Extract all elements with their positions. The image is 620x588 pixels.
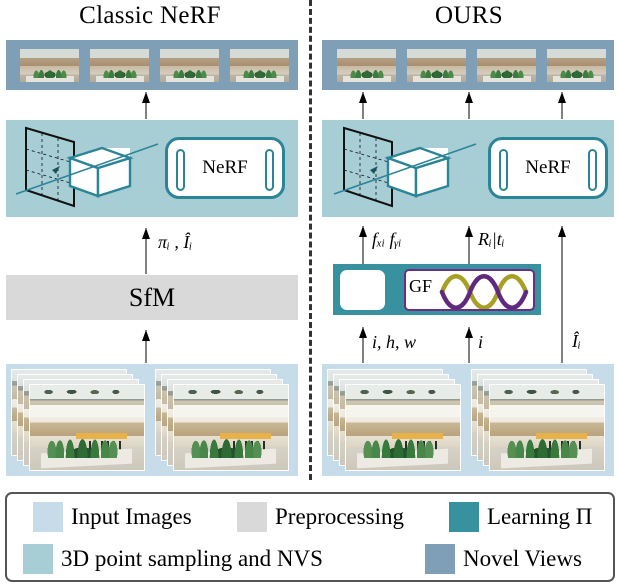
learning-pi-mlp-block (340, 270, 385, 310)
novel-view-thumbnail (477, 49, 536, 82)
ray-sample-point (370, 166, 378, 174)
ray-sampling-diagram-ours (330, 124, 480, 214)
column-title-ours: OURS (435, 2, 503, 29)
legend-label-input-images: Input Images (71, 504, 192, 529)
arrow-label-input-image: Îᵢ (572, 331, 581, 351)
nerf-module-ours: NeRF (488, 137, 608, 199)
legend-item-input-images: Input Images (33, 497, 192, 537)
legend-item-novel-views: Novel Views (425, 539, 582, 579)
gf-wave-olive (439, 274, 529, 309)
nerf-module-label: NeRF (525, 157, 571, 178)
figure-root: Classic NeRF OURS NeRF NeRF πᵢ , Îᵢ SfM … (0, 0, 620, 588)
novel-view-thumbnail (20, 49, 79, 82)
ray-sampling-diagram-classic (12, 124, 162, 214)
novel-view-thumbnail (90, 49, 149, 82)
legend-label-preprocessing: Preprocessing (275, 504, 405, 529)
arrow-label-index: i (478, 332, 484, 352)
input-photo-stack (471, 369, 605, 471)
column-title-classic: Classic NeRF (79, 2, 221, 29)
legend-swatch-input-images (33, 502, 63, 532)
novel-view-thumbnail (337, 49, 396, 82)
novel-view-thumbnail (547, 49, 606, 82)
nerf-module-label: NeRF (202, 157, 248, 178)
input-photo-stack (11, 369, 145, 471)
gaussian-fourier-features-block: GF (404, 269, 535, 311)
image-plane-icon (343, 126, 393, 208)
arrow-label-index-height-width: i, h, w (372, 332, 417, 352)
arrow-label-pose: Rᵢ|tᵢ (478, 229, 505, 249)
legend-swatch-novel-views (425, 544, 455, 574)
legend-swatch-3d-point-sampling (23, 544, 53, 574)
nerf-module-classic: NeRF (165, 137, 285, 199)
legend-item-learning-pi: Learning Π (449, 497, 592, 537)
legend-swatch-learning-pi (449, 502, 479, 532)
legend-item-preprocessing: Preprocessing (237, 497, 404, 537)
input-photo-stack (155, 369, 289, 471)
legend-row: Input Images Preprocessing Learning Π (7, 497, 613, 537)
legend: Input Images Preprocessing Learning Π 3D… (5, 492, 615, 582)
gf-wave-purple (439, 274, 529, 309)
legend-item-3d-point-sampling: 3D point sampling and NVS (23, 539, 323, 579)
sfm-module-label: SfM (128, 282, 176, 312)
arrow-label-sfm-output: πᵢ , Îᵢ (158, 232, 193, 252)
ray-sample-point (52, 166, 60, 174)
legend-label-novel-views: Novel Views (463, 546, 582, 571)
input-photo-stack (327, 369, 461, 471)
image-plane-icon (25, 126, 75, 208)
novel-view-thumbnail (230, 49, 289, 82)
novel-view-thumbnail (160, 49, 219, 82)
legend-label-3d-point-sampling: 3D point sampling and NVS (61, 546, 323, 571)
legend-label-learning-pi: Learning Π (487, 504, 593, 529)
column-divider (309, 0, 312, 480)
novel-view-thumbnail (407, 49, 466, 82)
gf-label: GF (409, 276, 433, 296)
arrow-label-focal-length: fₓᵢ fᵧᵢ (372, 229, 402, 249)
legend-swatch-preprocessing (237, 502, 267, 532)
legend-row: 3D point sampling and NVS Novel Views (7, 539, 613, 579)
